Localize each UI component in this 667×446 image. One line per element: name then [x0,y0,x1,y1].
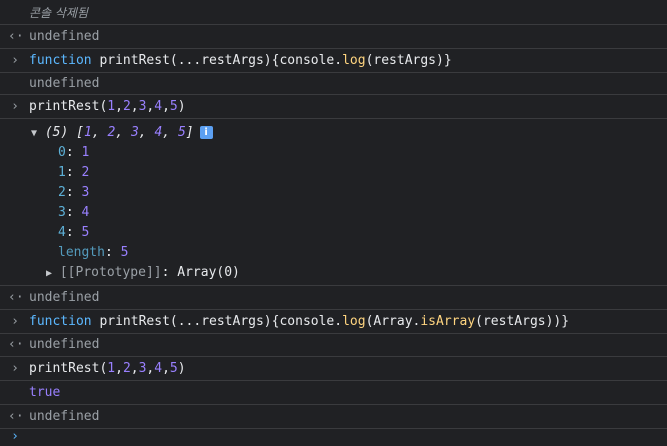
arg-number: 2 [122,361,131,376]
code-text: (restArgs)} [365,53,452,68]
input-code[interactable]: printRest(1,2,3,4,5) [29,360,186,378]
input-code[interactable]: function printRest(...restArgs){console.… [29,313,569,331]
console-cleared-message: 콘솔 삭제됨 [29,6,89,20]
entry-key: 3 [58,205,66,220]
prototype-value: Array(0) [177,265,240,280]
array-entry: 1: 2 [58,165,90,180]
return-arrow-icon: ‹· [8,29,24,44]
return-row: ‹· undefined [0,286,667,310]
prototype-key: [[Prototype]] [59,265,162,280]
return-value: undefined [29,409,100,424]
input-prompt-icon: › [11,314,19,329]
return-row: ‹· undefined [0,25,667,49]
input-code[interactable]: printRest(1,2,3,4,5) [29,98,186,116]
arg-number: 4 [154,99,163,114]
code-text: printRest( [29,99,108,114]
expand-open-icon[interactable]: ▼ [31,128,37,139]
input-prompt-icon: › [11,53,19,68]
log-value-true: true [29,385,61,400]
entry-value: 1 [81,145,90,160]
entry-key: 1 [58,165,66,180]
array-summary[interactable]: ▼ (5) [1, 2, 3, 4, 5] i [31,124,213,143]
console-panel: 콘솔 삭제됨 ‹· undefined › function printRest… [0,0,667,445]
console-input-row[interactable]: › [0,429,667,445]
arg-number: 3 [138,361,147,376]
code-text: ) [177,99,186,114]
log-output-row: true [0,381,667,405]
length-value: 5 [120,245,129,260]
array-item: 1 [84,125,92,140]
active-prompt-icon: › [11,429,19,444]
entry-value: 2 [81,165,90,180]
code-text: ) [177,361,186,376]
array-entry: 0: 1 [58,145,90,160]
keyword: function [29,314,92,329]
keyword: function [29,53,92,68]
arg-number: 4 [154,361,163,376]
return-value: undefined [29,290,100,305]
return-value: undefined [29,29,100,44]
arg-number: 5 [169,99,178,114]
input-row[interactable]: › printRest(1,2,3,4,5) [0,95,667,119]
input-row[interactable]: › function printRest(...restArgs){consol… [0,49,667,73]
return-row: ‹· undefined [0,405,667,429]
return-value: undefined [29,76,100,91]
array-count: (5) [44,125,69,140]
prototype-entry[interactable]: ▶ [[Prototype]]: Array(0) [46,264,240,283]
entry-key: 2 [58,185,66,200]
array-item: 3 [130,125,139,140]
entry-value: 5 [81,225,90,240]
return-arrow-icon: ‹· [8,337,24,352]
entry-key: 0 [58,145,66,160]
input-row[interactable]: › printRest(1,2,3,4,5) [0,357,667,381]
code-text: printRest( [29,361,108,376]
array-entry: 4: 5 [58,225,90,240]
return-arrow-icon: ‹· [8,290,24,305]
code-text: printRest(...restArgs){console. [91,314,343,329]
array-bracket: ] [185,125,194,140]
input-prompt-icon: › [11,99,19,114]
console-cleared-row: 콘솔 삭제됨 [0,0,667,25]
info-icon[interactable]: i [199,126,213,139]
array-length: length: 5 [58,245,129,260]
return-arrow-icon: ‹· [8,409,24,424]
entry-key: 4 [58,225,66,240]
log-output-row: ▼ (5) [1, 2, 3, 4, 5] i 0: 1 1: 2 2: 3 3:… [0,119,667,286]
method-name: log [342,53,366,68]
array-item: 5 [177,125,186,140]
method-name: isArray [420,314,476,329]
method-name: log [342,314,366,329]
length-key: length [58,245,105,260]
arg-number: 1 [107,99,116,114]
expand-closed-icon[interactable]: ▶ [46,268,52,279]
console-input[interactable] [29,428,629,444]
arg-number: 5 [169,361,178,376]
input-prompt-icon: › [11,361,19,376]
entry-value: 4 [81,205,90,220]
return-row: ‹· undefined [0,334,667,357]
array-bracket: [ [76,125,84,140]
code-text: printRest(...restArgs){console. [91,53,343,68]
array-entry: 3: 4 [58,205,90,220]
array-entry: 2: 3 [58,185,90,200]
return-value: undefined [29,337,100,352]
return-row: undefined [0,73,667,95]
input-row[interactable]: › function printRest(...restArgs){consol… [0,310,667,334]
input-code[interactable]: function printRest(...restArgs){console.… [29,52,452,70]
entry-value: 3 [81,185,90,200]
code-text: (Array. [365,314,421,329]
arg-number: 3 [138,99,147,114]
arg-number: 1 [107,361,116,376]
arg-number: 2 [122,99,131,114]
code-text: (restArgs))} [475,314,570,329]
